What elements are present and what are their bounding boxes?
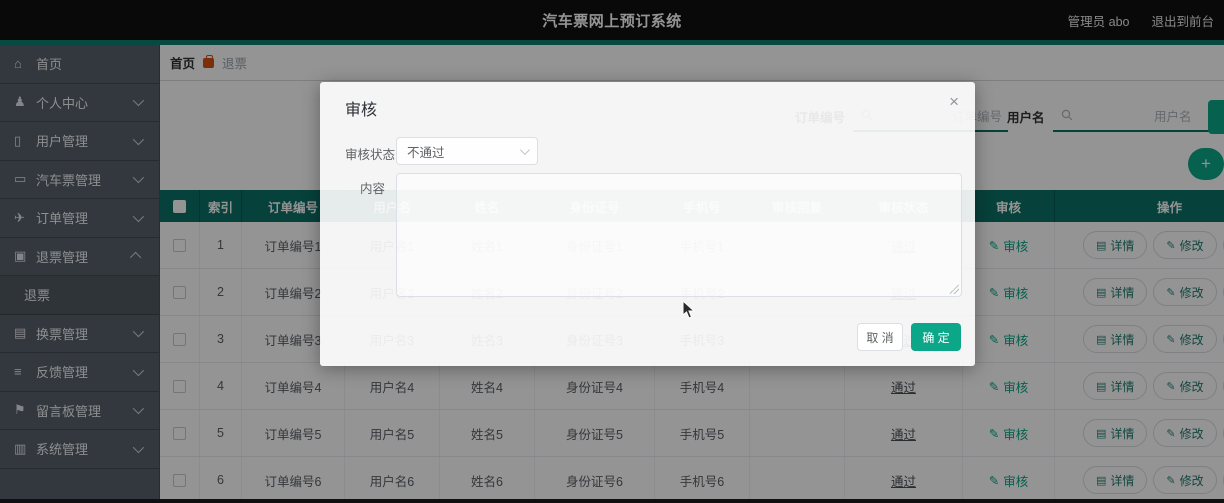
mouse-cursor-icon	[682, 300, 696, 319]
modal-title: 审核	[345, 102, 378, 119]
audit-status-label: 审核状态	[345, 148, 396, 162]
app-window: 汽车票网上预订系统 管理员 abo 退出到前台 ⌂ 首页 ♟ 个人中心 ▯ 用户…	[0, 0, 1224, 503]
cancel-button[interactable]: 取 消	[857, 323, 903, 351]
chevron-down-icon	[519, 144, 530, 155]
content-label: 内容	[360, 182, 386, 196]
audit-status-select[interactable]: 不通过	[396, 137, 538, 165]
audit-modal: 审核 × 审核状态 不通过 内容 取 消 确 定	[320, 82, 975, 366]
resize-handle[interactable]	[949, 284, 959, 294]
confirm-button[interactable]: 确 定	[911, 323, 961, 351]
window-bottom-edge	[0, 499, 1224, 503]
close-icon[interactable]: ×	[949, 92, 959, 112]
audit-status-value: 不通过	[407, 145, 445, 160]
content-textarea[interactable]	[396, 173, 962, 297]
